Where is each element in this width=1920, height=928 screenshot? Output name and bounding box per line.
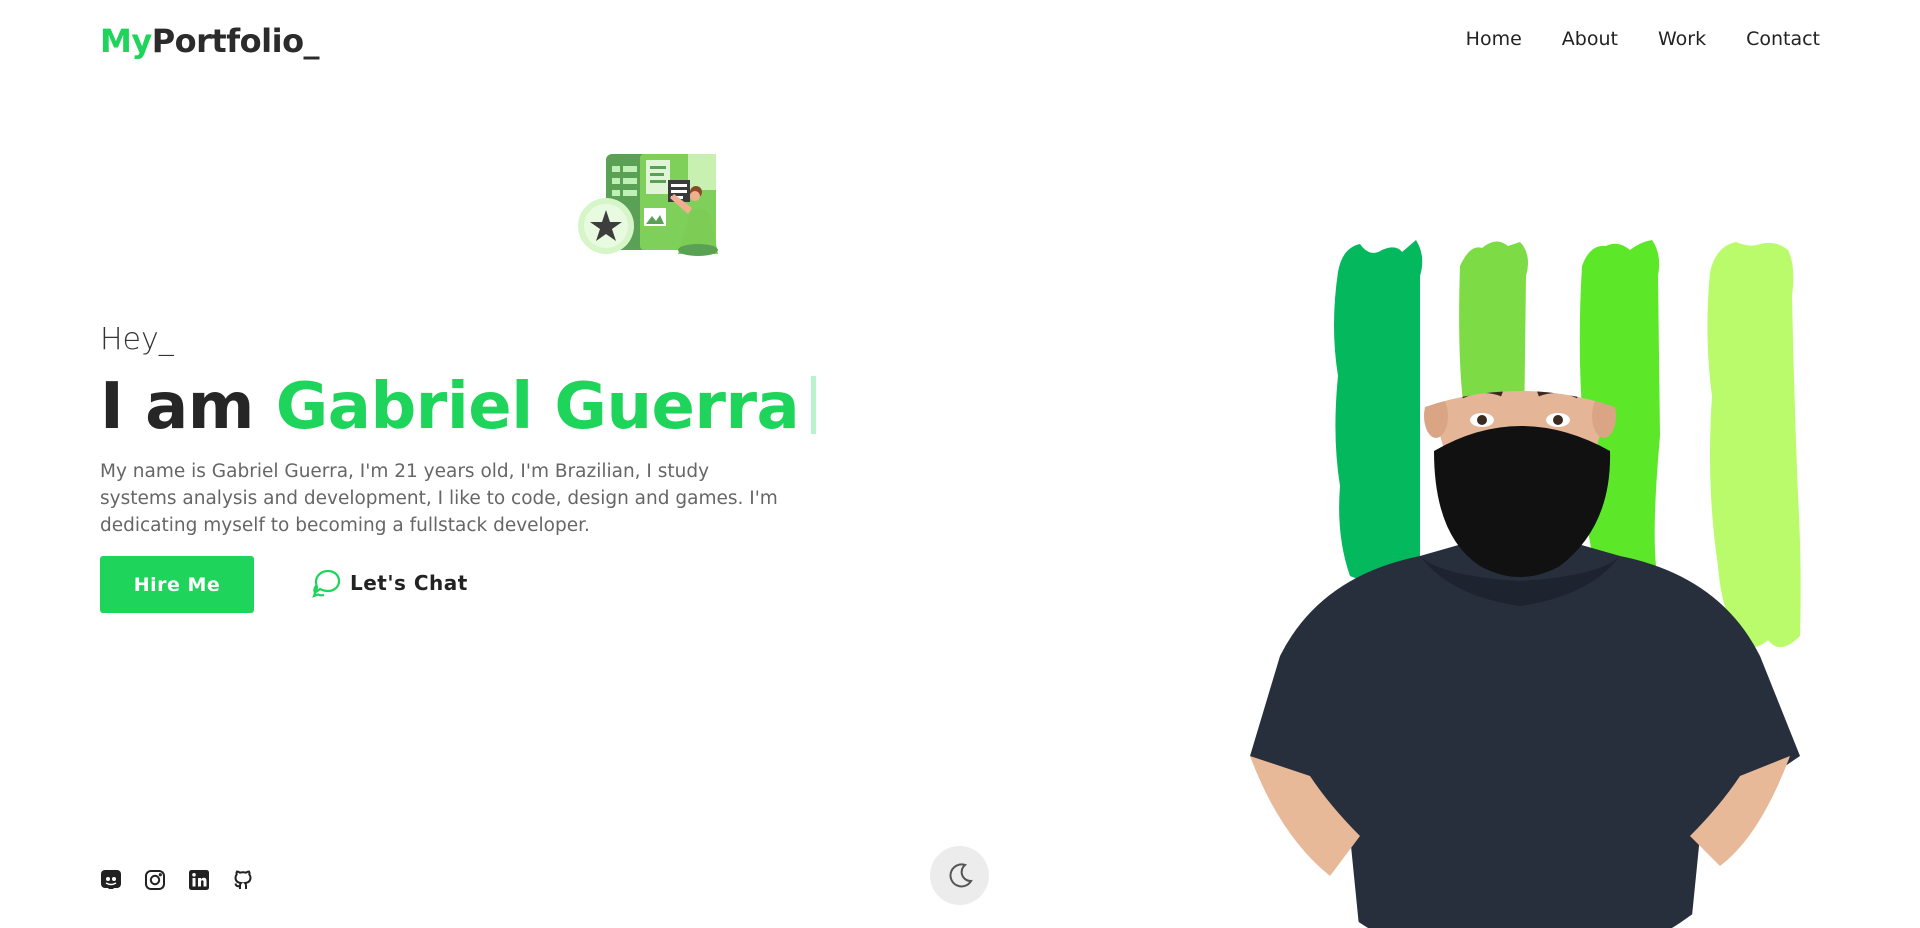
logo-accent: My xyxy=(100,22,152,60)
brush-stroke xyxy=(1334,240,1423,588)
moon-icon xyxy=(949,862,973,887)
nav-work[interactable]: Work xyxy=(1658,28,1706,50)
logo[interactable]: MyPortfolio_ xyxy=(100,22,320,60)
intro-description: My name is Gabriel Guerra, I'm 21 years … xyxy=(100,461,778,536)
lets-chat-button[interactable]: Let's Chat xyxy=(312,568,468,598)
profile-photo xyxy=(1250,240,1801,928)
discord-icon[interactable] xyxy=(100,869,122,891)
linkedin-icon[interactable] xyxy=(188,869,210,891)
headline-prefix: I am xyxy=(100,370,254,444)
portfolio-illustration xyxy=(578,154,718,256)
nav-home[interactable]: Home xyxy=(1466,28,1522,50)
logo-text: Portfolio_ xyxy=(151,22,320,60)
chat-icon xyxy=(312,569,341,598)
theme-toggle-button[interactable] xyxy=(930,846,989,905)
nav-about[interactable]: About xyxy=(1562,28,1618,50)
typing-caret xyxy=(811,376,817,434)
nav-contact[interactable]: Contact xyxy=(1746,28,1820,50)
main-nav: Home About Work Contact xyxy=(1466,28,1820,50)
greeting: Hey_ xyxy=(100,322,174,357)
social-links xyxy=(100,869,254,891)
instagram-icon[interactable] xyxy=(144,869,166,891)
github-icon[interactable] xyxy=(232,869,254,891)
lets-chat-label: Let's Chat xyxy=(350,571,468,595)
brush-stroke xyxy=(1707,242,1801,648)
headline: I am Gabriel Guerra xyxy=(100,370,817,444)
hire-me-button[interactable]: Hire Me xyxy=(100,556,254,613)
headline-name: Gabriel Guerra xyxy=(275,370,800,444)
